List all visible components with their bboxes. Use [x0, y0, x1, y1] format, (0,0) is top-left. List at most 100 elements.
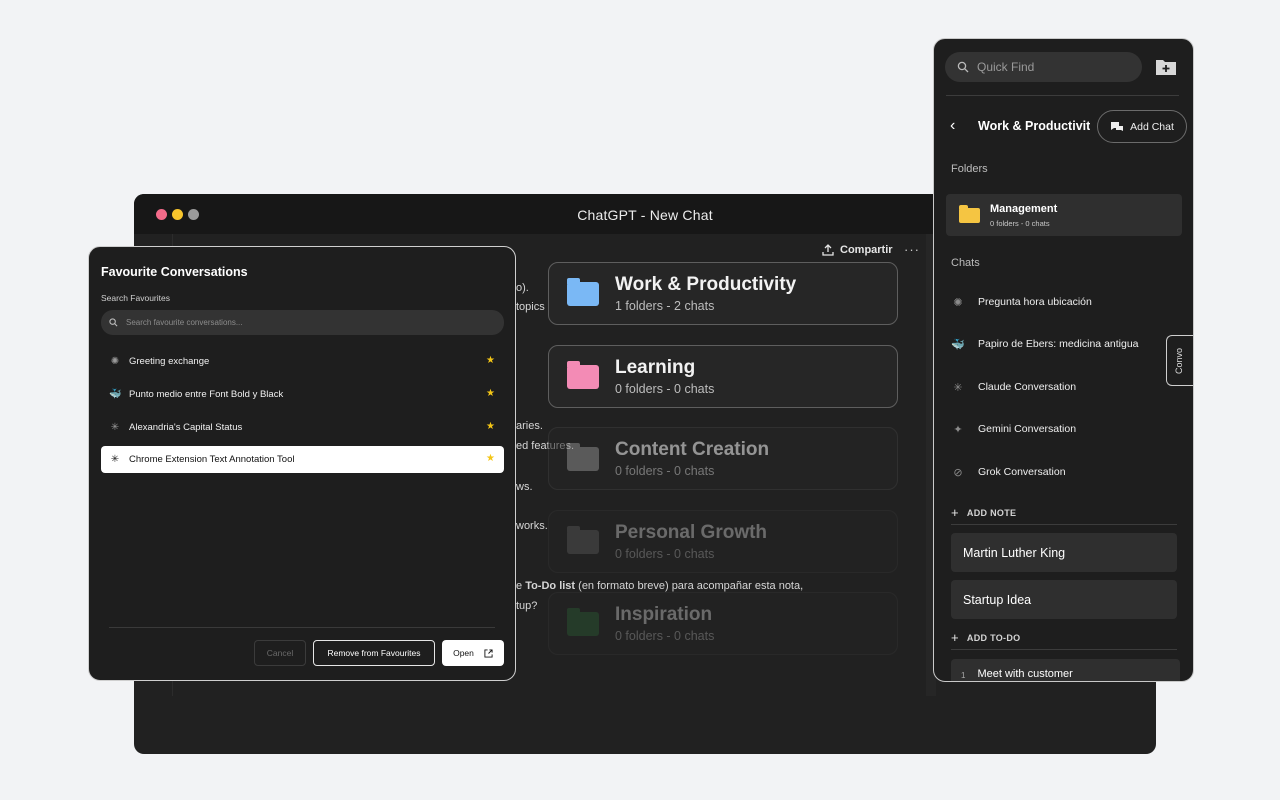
favourite-item-label: Chrome Extension Text Annotation Tool — [129, 454, 295, 465]
favourite-item-label: Alexandria's Capital Status — [129, 422, 243, 433]
chats-heading: Chats — [951, 257, 980, 269]
openai-icon: ✺ — [110, 355, 120, 367]
add-todo-button[interactable]: + ADD TO-DO — [951, 630, 1020, 645]
convo-tab-label: Convo — [1174, 347, 1184, 374]
star-icon[interactable]: ★ — [486, 388, 495, 399]
divider — [109, 627, 495, 628]
folder-card-inspiration[interactable]: Inspiration 0 folders - 0 chats — [548, 592, 898, 655]
chat-item[interactable]: ✳ Claude Conversation — [951, 377, 1161, 397]
folder-meta: 0 folders - 0 chats — [990, 219, 1050, 228]
panel-title: Work & Productivity — [978, 119, 1090, 133]
star-icon[interactable]: ★ — [486, 355, 495, 366]
folder-name: Management — [990, 203, 1058, 215]
star-icon[interactable]: ★ — [486, 453, 495, 464]
favourites-search[interactable] — [101, 310, 504, 335]
search-label: Search Favourites — [101, 293, 170, 303]
favourite-item-label: Greeting exchange — [129, 356, 210, 367]
add-chat-button[interactable]: Add Chat — [1097, 110, 1187, 143]
open-button[interactable]: Open — [442, 640, 504, 666]
folder-card-subtitle: 0 folders - 0 chats — [615, 382, 715, 396]
folder-card-subtitle: 1 folders - 2 chats — [615, 299, 715, 313]
claude-icon: ✳ — [953, 381, 963, 394]
folder-card-title: Inspiration — [615, 604, 713, 625]
divider — [951, 524, 1177, 525]
folder-icon — [567, 442, 599, 471]
note-item[interactable]: Startup Idea — [951, 580, 1177, 619]
remove-from-favourites-button[interactable]: Remove from Favourites — [313, 640, 435, 666]
add-chat-label: Add Chat — [1130, 120, 1174, 133]
note-item[interactable]: Martin Luther King — [951, 533, 1177, 572]
folder-card-work-productivity[interactable]: Work & Productivity 1 folders - 2 chats — [548, 262, 898, 325]
convo-side-tab[interactable]: Convo — [1166, 335, 1193, 386]
folder-card-title: Work & Productivity — [615, 274, 797, 295]
quick-find-input[interactable] — [977, 60, 1127, 74]
search-input[interactable] — [126, 318, 486, 327]
external-link-icon — [484, 648, 493, 658]
share-button[interactable]: Compartir — [822, 244, 893, 256]
folder-icon — [567, 360, 599, 389]
folder-icon — [567, 525, 599, 554]
folder-card-subtitle: 0 folders - 0 chats — [615, 464, 715, 478]
folder-card-learning[interactable]: Learning 0 folders - 0 chats — [548, 345, 898, 408]
add-note-button[interactable]: + ADD NOTE — [951, 505, 1016, 520]
chat-bubbles-icon — [1111, 121, 1124, 131]
folder-item-management[interactable]: Management 0 folders - 0 chats — [946, 194, 1182, 236]
plus-icon: + — [951, 630, 959, 645]
chat-item-label: Grok Conversation — [978, 466, 1066, 478]
favourites-dialog: Favourite Conversations Search Favourite… — [88, 246, 516, 681]
new-folder-icon[interactable] — [1155, 56, 1177, 76]
bg-text-rest: (en formato breve) para acompañar esta n… — [575, 580, 804, 592]
chat-item-label: Gemini Conversation — [978, 423, 1077, 435]
favourite-item-label: Punto medio entre Font Bold y Black — [129, 389, 284, 400]
chat-item[interactable]: ✺ Pregunta hora ubicación — [951, 292, 1161, 312]
favourite-item-selected[interactable]: ✳ Chrome Extension Text Annotation Tool … — [101, 446, 504, 473]
back-chevron-icon[interactable]: ‹ — [950, 117, 955, 135]
upload-icon — [822, 244, 834, 256]
dialog-title: Favourite Conversations — [101, 265, 248, 279]
divider — [946, 95, 1179, 96]
bg-text-prefix: e — [516, 580, 523, 592]
folders-heading: Folders — [951, 163, 988, 175]
gemini-icon: ✦ — [953, 423, 963, 436]
chat-item[interactable]: 🐳 Papiro de Ebers: medicina antigua — [951, 334, 1161, 354]
todo-item[interactable]: 1 Meet with customer — [951, 659, 1180, 681]
claude-icon: ✳ — [110, 453, 120, 465]
chat-item[interactable]: ✦ Gemini Conversation — [951, 419, 1161, 439]
chat-item[interactable]: ⊘ Grok Conversation — [951, 462, 1161, 482]
chat-item-label: Pregunta hora ubicación — [978, 296, 1092, 308]
plus-icon: + — [951, 505, 959, 520]
todo-number: 1 — [961, 671, 966, 680]
folder-card-subtitle: 0 folders - 0 chats — [615, 629, 715, 643]
bg-text-line: tup? — [516, 600, 538, 612]
folders-side-panel: ‹ Work & Productivity Add Chat Folders M… — [933, 38, 1194, 682]
bg-text-line: works. — [516, 520, 548, 532]
bg-text-line: ws. — [516, 481, 533, 493]
share-label: Compartir — [840, 244, 893, 256]
favourite-item[interactable]: ✳ Alexandria's Capital Status ★ — [101, 414, 504, 441]
star-icon[interactable]: ★ — [486, 421, 495, 432]
quick-find[interactable] — [945, 52, 1142, 82]
bg-text-line: aries. — [516, 420, 543, 432]
favourite-item[interactable]: 🐳 Punto medio entre Font Bold y Black ★ — [101, 381, 504, 408]
folder-card-personal-growth[interactable]: Personal Growth 0 folders - 0 chats — [548, 510, 898, 573]
folder-icon — [567, 607, 599, 636]
todo-label: Meet with customer — [977, 668, 1073, 680]
cancel-button[interactable]: Cancel — [254, 640, 306, 666]
bg-text-bold: To-Do list — [525, 580, 576, 592]
folder-card-content-creation[interactable]: Content Creation 0 folders - 0 chats — [548, 427, 898, 490]
bg-text-line: topics — [516, 301, 545, 313]
folder-card-title: Content Creation — [615, 439, 770, 460]
favourite-item[interactable]: ✺ Greeting exchange ★ — [101, 348, 504, 375]
openai-icon: ✺ — [953, 296, 963, 309]
deepseek-icon: 🐳 — [109, 388, 122, 400]
chat-item-label: Papiro de Ebers: medicina antigua — [978, 338, 1139, 350]
bg-text-line: e To-Do list (en formato breve) para aco… — [516, 580, 803, 592]
folder-card-subtitle: 0 folders - 0 chats — [615, 547, 715, 561]
more-options-button[interactable]: ··· — [904, 242, 920, 257]
deepseek-icon: 🐳 — [951, 338, 965, 351]
folder-icon — [959, 205, 980, 223]
folder-icon — [567, 277, 599, 306]
bg-text-line: o). — [516, 282, 529, 294]
add-note-label: ADD NOTE — [966, 507, 1017, 518]
add-todo-label: ADD TO-DO — [966, 632, 1021, 643]
